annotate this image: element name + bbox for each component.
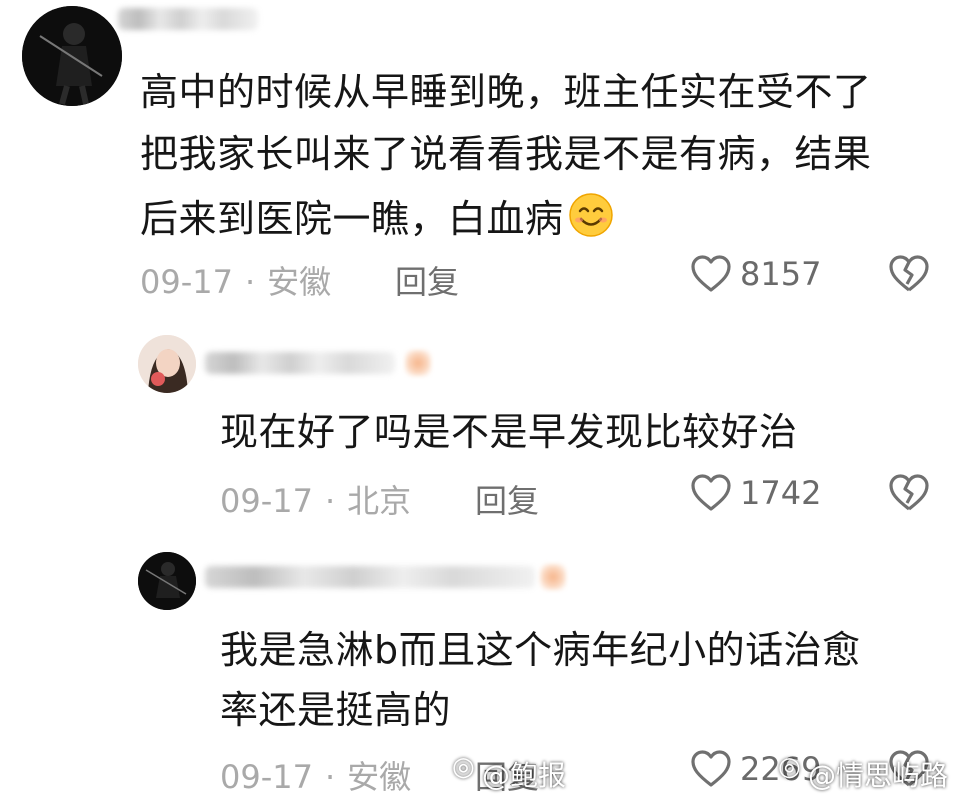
dislike-button[interactable] [888,473,930,513]
like-button[interactable]: 8157 [690,254,821,294]
watermark-left: @鲍报 [482,759,567,792]
username-blurred[interactable] [205,566,535,588]
broken-heart-icon [888,254,930,294]
like-count: 8157 [740,255,822,293]
comment-text: 现在好了吗是不是早发现比较好治 [220,408,920,456]
username-blurred[interactable] [118,8,258,30]
comment-line: 后来到医院一瞧，白血病 [140,192,940,249]
heart-outline-icon [690,254,732,294]
comment-line: 率还是挺高的 [220,688,452,732]
comment-location: 安徽 [347,758,412,796]
separator-dot: · [324,482,336,520]
comment-line: 现在好了吗是不是早发现比较好治 [220,410,798,454]
weibo-logo-icon: ◎ [778,752,801,782]
comment-text: 我是急淋b而且这个病年纪小的话治愈 率还是挺高的 [220,626,920,734]
avatar[interactable] [22,6,122,106]
comment-date: 09-17 [140,263,233,301]
badge-blurred [405,350,431,376]
comment-line-text: 后来到医院一瞧，白血病 [140,197,564,241]
heart-outline-icon [690,473,732,513]
reply-button[interactable]: 回复 [395,257,459,303]
broken-heart-icon [888,473,930,513]
comment-line: 把我家长叫来了说看看我是不是有病，结果 [140,132,872,176]
avatar[interactable] [138,335,196,393]
avatar-image [22,6,122,106]
watermark-right: @情思屿路 [808,759,949,792]
smile-emoji-icon [568,192,614,249]
comment-meta: 09-17 · 安徽 [220,752,411,798]
comment-location: 北京 [347,482,412,520]
like-count: 1742 [740,474,822,512]
comment-location: 安徽 [267,263,332,301]
separator-dot: · [324,758,336,796]
comment-meta: 09-17 · 安徽 [140,257,331,303]
dislike-button[interactable] [888,254,930,294]
avatar[interactable] [138,552,196,610]
comment-date: 09-17 [220,758,313,796]
comment-meta: 09-17 · 北京 [220,476,411,522]
badge-blurred [540,564,566,590]
comment-line: 高中的时候从早睡到晚，班主任实在受不了 [140,70,872,114]
separator-dot: · [244,263,256,301]
comment-text: 高中的时候从早睡到晚，班主任实在受不了 把我家长叫来了说看看我是不是有病，结果 … [140,68,940,249]
comment-line: 我是急淋b而且这个病年纪小的话治愈 [220,628,861,672]
weibo-logo-icon: ◎ [452,752,475,782]
like-button[interactable]: 1742 [690,473,821,513]
heart-outline-icon [690,749,732,789]
comment-date: 09-17 [220,482,313,520]
reply-button[interactable]: 回复 [475,476,539,522]
username-blurred[interactable] [205,352,395,374]
like-button[interactable]: 2269 [690,749,821,789]
avatar-image [138,335,196,393]
avatar-image [138,552,196,610]
